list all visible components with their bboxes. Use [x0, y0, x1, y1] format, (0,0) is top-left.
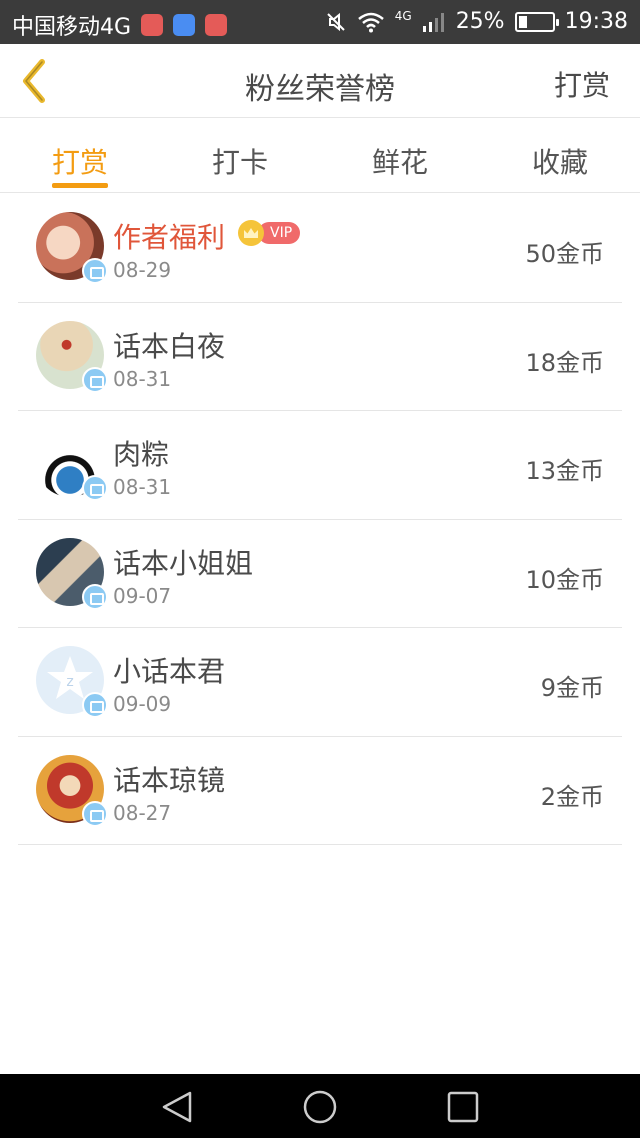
member-badge-icon	[82, 475, 108, 501]
fan-date: 08-27	[113, 800, 172, 825]
status-left: 中国移动4G	[12, 9, 228, 41]
tab-flowers[interactable]: 鲜花	[320, 119, 480, 192]
vip-label: VIP	[258, 222, 301, 244]
fan-name: 话本小姐姐	[113, 546, 254, 580]
fan-name: 小话本君	[113, 655, 226, 688]
battery-percent: 25%	[455, 9, 505, 34]
tab-bar: 打赏 打卡 鲜花 收藏	[0, 119, 640, 193]
coin-amount: 9金币	[540, 674, 604, 702]
fan-name: 话本琼镜	[113, 763, 226, 797]
status-right: 4G 25% 19:38	[325, 9, 628, 34]
header: 粉丝荣誉榜 打赏	[0, 44, 640, 118]
member-badge-icon	[82, 258, 108, 284]
svg-text:z: z	[66, 674, 73, 690]
fan-name: 作者福利	[113, 221, 226, 254]
coin-amount: 50金币	[525, 240, 604, 268]
battery-icon	[514, 11, 559, 32]
tab-reward[interactable]: 打赏	[0, 119, 160, 192]
fan-date: 08-31	[113, 475, 172, 499]
fan-date: 09-09	[113, 692, 172, 716]
battery-fill	[518, 15, 527, 28]
status-bar: 中国移动4G 4G 25% 19:38	[0, 0, 640, 44]
mute-icon	[327, 12, 345, 31]
member-badge-icon	[82, 366, 108, 393]
home-circle-icon[interactable]	[303, 1090, 337, 1124]
list-item[interactable]: z 小话本君 09-09 9金币	[18, 628, 622, 737]
fan-date: 08-31	[113, 366, 172, 391]
cloud-notification-icon	[173, 14, 196, 36]
list-item[interactable]: 肉粽 08-31 13金币	[18, 411, 622, 520]
back-triangle-icon[interactable]	[160, 1090, 194, 1124]
fan-date: 08-29	[113, 258, 172, 282]
clock: 19:38	[564, 9, 628, 34]
list-item[interactable]: 作者福利 VIP 08-29 50金币	[18, 194, 622, 303]
member-badge-icon	[82, 583, 108, 610]
page-title: 粉丝荣誉榜	[245, 72, 395, 107]
coin-amount: 13金币	[525, 457, 604, 485]
coin-amount: 2金币	[540, 782, 604, 811]
member-badge-icon	[82, 692, 108, 718]
list-item[interactable]: 话本白夜 08-31 18金币	[18, 303, 622, 411]
fan-ranking-list: 作者福利 VIP 08-29 50金币 话本白夜 08-31 18金币 肉粽 0…	[18, 194, 622, 845]
coin-amount: 18金币	[525, 348, 604, 377]
wifi-icon	[357, 12, 384, 32]
vip-badge: VIP	[238, 220, 301, 246]
fan-date: 09-07	[113, 583, 172, 608]
carrier-label: 中国移动4G	[12, 15, 132, 40]
recents-square-icon[interactable]	[446, 1090, 480, 1124]
list-item[interactable]: 话本小姐姐 09-07 10金币	[18, 520, 622, 628]
tab-checkin[interactable]: 打卡	[160, 119, 320, 192]
crown-icon	[238, 220, 264, 246]
coin-amount: 10金币	[525, 565, 604, 594]
system-nav-bar	[0, 1074, 640, 1138]
list-item[interactable]: 话本琼镜 08-27 2金币	[18, 737, 622, 845]
reward-button[interactable]: 打赏	[554, 64, 610, 104]
signal-icon	[422, 12, 444, 32]
fan-name: 话本白夜	[113, 329, 226, 363]
app-notification-icon	[141, 14, 164, 36]
member-badge-icon	[82, 800, 108, 827]
app-notification-icon-2	[205, 14, 228, 36]
network-label: 4G	[394, 9, 412, 23]
fan-name: 肉粽	[113, 438, 170, 471]
tab-favorites[interactable]: 收藏	[480, 119, 640, 192]
